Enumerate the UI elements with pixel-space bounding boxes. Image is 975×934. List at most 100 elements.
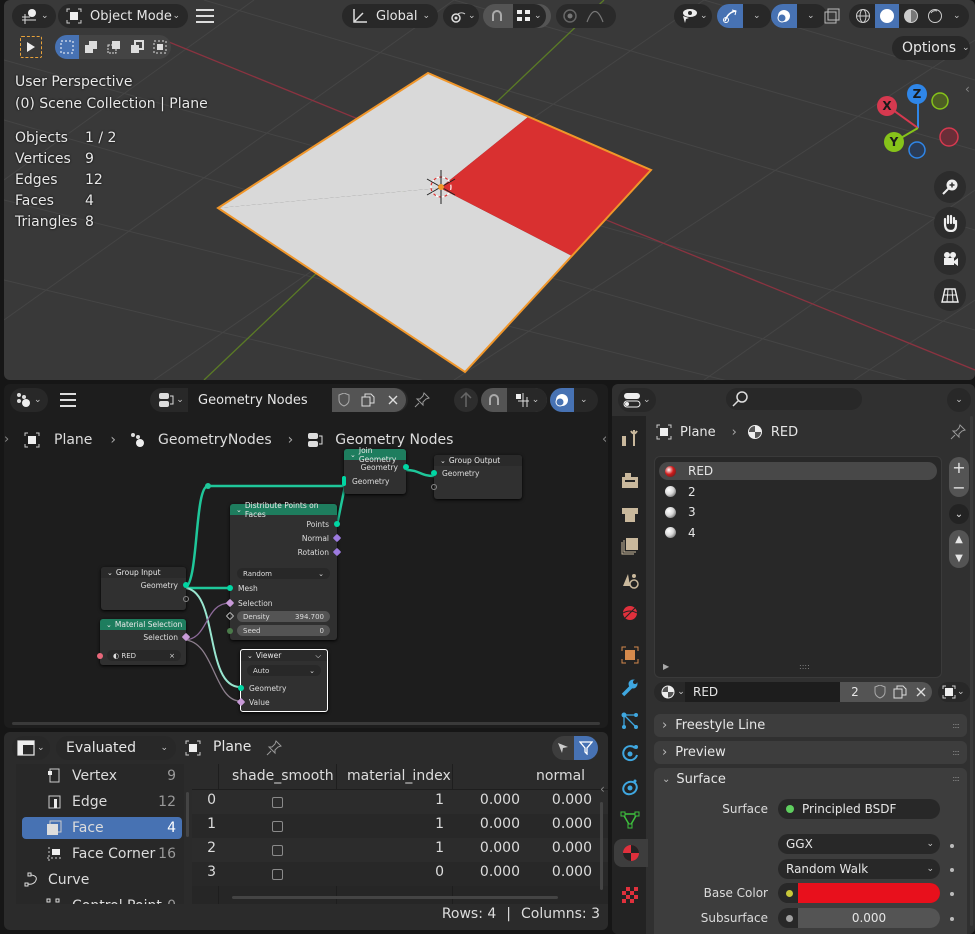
material-name-field[interactable]: RED [685, 682, 840, 702]
input-socket[interactable] [431, 470, 437, 476]
3d-viewport[interactable]: ⌄ Object Mode ⌄ Global ⌄ ⌄ ⌄ ⌄ ⌄ ⌄ ⌄ Opt… [4, 0, 975, 380]
select-intersect-icon[interactable] [148, 40, 171, 54]
particles-tab-icon[interactable] [616, 707, 644, 735]
select-extend-icon[interactable] [79, 40, 102, 54]
base-color-swatch[interactable] [798, 883, 940, 903]
xray-toggle-icon[interactable] [824, 8, 840, 24]
panel-freestyle-line[interactable]: › Freestyle Line :::: [654, 714, 967, 737]
selected-only-icon[interactable] [552, 742, 574, 754]
input-socket[interactable] [97, 653, 103, 659]
gizmo-y-axis[interactable]: Y [884, 132, 904, 152]
domain-list-scrollbar[interactable] [186, 792, 189, 837]
slot-specials-menu[interactable]: ⌄ [949, 504, 969, 524]
distribute-mode-dropdown[interactable]: Random ⌄ [237, 568, 330, 579]
expand-filter-icon[interactable]: ▶ [663, 662, 669, 671]
shading-mode-group[interactable]: ⌄ [849, 4, 969, 28]
node-group-output[interactable]: ⌄ Group Output Geometry [431, 455, 522, 499]
sidebar-toggle-icon[interactable]: ‹ [600, 782, 605, 796]
overlays-toggle-group[interactable]: ⌄ [771, 4, 827, 28]
vertical-scrollbar[interactable] [600, 802, 603, 890]
density-field[interactable]: Density 394.700 [237, 611, 330, 622]
select-invert-icon[interactable] [125, 40, 148, 54]
editor-type-button[interactable]: ⌄ [618, 388, 656, 412]
domain-item-face-corner[interactable]: Face Corner 16 [22, 843, 182, 865]
filter-funnel-icon[interactable] [574, 736, 598, 760]
physics-tab-icon[interactable] [616, 739, 644, 767]
user-count[interactable]: 2 [840, 682, 870, 702]
snap-magnet-icon[interactable] [489, 8, 505, 24]
view-layer-tab-icon[interactable] [616, 532, 644, 560]
column-header[interactable]: shade_smooth [232, 768, 334, 784]
socket-link-dot[interactable] [950, 892, 954, 896]
column-header[interactable]: material_index [347, 768, 451, 784]
empty-input-socket[interactable] [431, 484, 437, 490]
add-slot-plus-icon[interactable]: + [952, 458, 965, 477]
pin-icon[interactable] [950, 424, 966, 440]
editor-type-button[interactable]: ⌄ [12, 4, 56, 28]
gizmo-toggle-group[interactable]: ⌄ [717, 4, 771, 28]
modifier-tab-icon[interactable] [616, 674, 644, 702]
tool-tab-icon[interactable] [616, 424, 644, 452]
falloff-curve-icon[interactable] [586, 9, 604, 23]
select-tool-icon[interactable] [20, 36, 42, 58]
spreadsheet-editor[interactable]: ⌄ Evaluated ⌄ Plane Vertex 9 Edge 12 Face 4 Fa… [4, 732, 608, 930]
shade-smooth-checkbox[interactable] [272, 821, 283, 832]
drag-handle-icon[interactable]: :::: [952, 721, 960, 730]
gizmo-x-axis[interactable]: X [877, 96, 897, 116]
unlink-x-icon[interactable] [910, 682, 932, 702]
domain-item-curve[interactable]: Curve [22, 869, 182, 891]
viewer-toggle-icon[interactable]: ⌵ [315, 651, 321, 661]
subsurface-method-dropdown[interactable]: Random Walk ⌄ [778, 859, 940, 879]
object-tab-icon[interactable] [616, 641, 644, 669]
material-field[interactable]: ◐ RED × [107, 650, 181, 661]
panel-surface-header[interactable]: ⌄ Surface :::: [654, 768, 967, 791]
overlays-icon[interactable] [771, 4, 797, 28]
surface-shader-selector[interactable]: Principled BSDF [778, 799, 940, 819]
input-socket[interactable] [227, 585, 233, 591]
zoom-view-button[interactable] [934, 171, 966, 203]
select-subtract-icon[interactable] [102, 40, 125, 54]
proportional-edit-group[interactable] [556, 4, 616, 28]
editor-type-button[interactable]: ⌄ [12, 736, 50, 760]
empty-output-socket[interactable] [183, 596, 189, 602]
fake-user-shield-icon[interactable] [870, 682, 890, 702]
domain-item-control-point[interactable]: Control Point 0 [22, 895, 182, 904]
output-socket[interactable] [334, 521, 340, 527]
pin-icon[interactable] [266, 740, 282, 756]
material-browse-icon[interactable]: ⌄ [658, 685, 688, 699]
rendered-shading-icon[interactable] [923, 8, 947, 24]
base-color-field[interactable] [778, 883, 940, 903]
clear-x-icon[interactable]: × [169, 652, 175, 660]
duplicate-icon[interactable] [890, 682, 910, 702]
horizontal-scrollbar[interactable] [12, 722, 600, 725]
material-slot-item[interactable]: RED [659, 462, 937, 480]
move-down-arrow-icon[interactable]: ▼ [955, 553, 963, 564]
solid-shading-icon[interactable] [875, 4, 899, 28]
output-tab-icon[interactable] [616, 500, 644, 528]
scene-tab-icon[interactable] [616, 566, 644, 594]
transform-orientation-dropdown[interactable]: Global ⌄ [342, 4, 438, 28]
mode-dropdown[interactable]: Object Mode ⌄ [58, 4, 188, 28]
drag-handle-icon[interactable]: :::: [952, 774, 960, 783]
properties-search-field[interactable] [726, 388, 862, 410]
sidebar-toggle-icon[interactable]: ‹ [965, 82, 970, 96]
pan-view-button[interactable] [934, 207, 966, 239]
options-dropdown[interactable]: ⌄ [947, 388, 971, 412]
texture-tab-icon[interactable] [616, 881, 644, 909]
panel-preview[interactable]: › Preview :::: [654, 741, 967, 764]
multi-input-socket[interactable] [342, 476, 346, 486]
select-mode-group[interactable] [55, 35, 171, 59]
domain-item-vertex[interactable]: Vertex 9 [22, 765, 182, 787]
filter-toggle-group[interactable] [552, 736, 598, 760]
remove-slot-minus-icon[interactable]: − [952, 478, 965, 497]
material-datablock-selector[interactable]: ⌄ RED 2 [654, 682, 932, 702]
output-socket[interactable] [183, 582, 189, 588]
wireframe-shading-icon[interactable] [851, 8, 875, 24]
node-material-selection[interactable]: ⌄ Material Selection Selection ◐ RED × [97, 619, 191, 665]
resize-grip-icon[interactable]: :::: [799, 662, 810, 671]
horizontal-scrollbar[interactable] [232, 896, 558, 899]
render-tab-icon[interactable] [616, 466, 644, 494]
domain-list[interactable]: Vertex 9 Edge 12 Face 4 Face Corner16 Curve Cont… [16, 764, 184, 904]
pivot-point-dropdown[interactable]: ⌄ [443, 4, 479, 28]
domain-item-face[interactable]: Face 4 [22, 817, 182, 839]
